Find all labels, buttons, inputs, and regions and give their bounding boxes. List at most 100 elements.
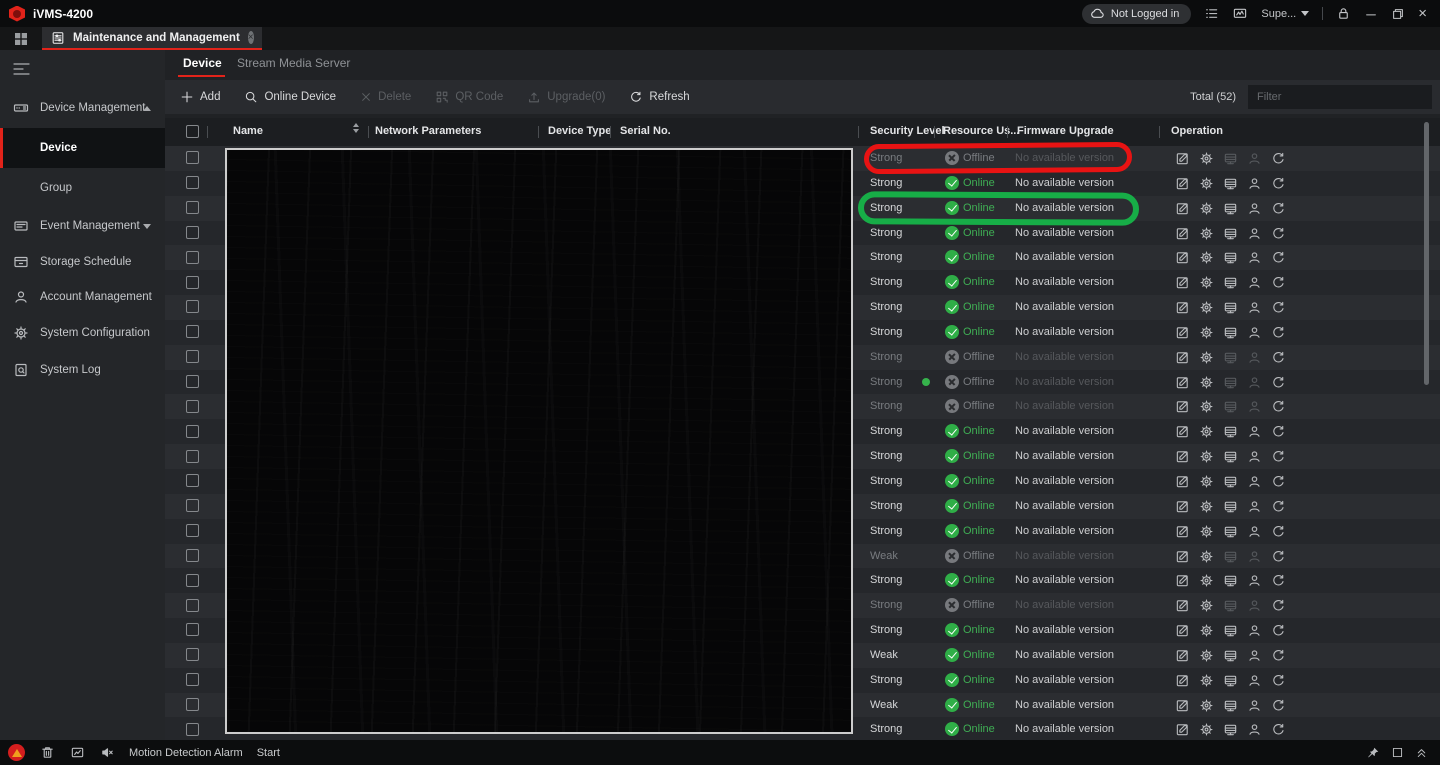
row-checkbox[interactable] — [186, 399, 199, 413]
refresh-icon[interactable] — [1271, 524, 1286, 539]
upgrade-button[interactable]: Upgrade(0) — [527, 90, 605, 104]
user-icon[interactable] — [1247, 300, 1262, 315]
edit-icon[interactable] — [1175, 375, 1190, 390]
tab-close-icon[interactable]: × — [247, 31, 254, 44]
storage-config-icon[interactable] — [1223, 673, 1238, 688]
row-checkbox[interactable] — [186, 225, 199, 239]
remote-config-icon[interactable] — [1199, 250, 1214, 265]
refresh-icon[interactable] — [1271, 300, 1286, 315]
user-icon[interactable] — [1247, 524, 1262, 539]
speaker-mute-icon[interactable] — [100, 745, 115, 760]
refresh-icon[interactable] — [1271, 598, 1286, 613]
edit-icon[interactable] — [1175, 325, 1190, 340]
header-operation[interactable]: Operation — [1171, 125, 1223, 137]
sort-asc-icon[interactable] — [353, 123, 359, 127]
storage-config-icon[interactable] — [1223, 300, 1238, 315]
alarm-output-icon[interactable] — [70, 745, 85, 760]
user-icon[interactable] — [1247, 399, 1262, 414]
row-checkbox[interactable] — [186, 151, 199, 165]
sort-desc-icon[interactable] — [353, 129, 359, 133]
remote-config-icon[interactable] — [1199, 375, 1214, 390]
row-checkbox[interactable] — [186, 524, 199, 538]
user-icon[interactable] — [1247, 722, 1262, 737]
row-checkbox[interactable] — [186, 648, 199, 662]
user-icon[interactable] — [1247, 226, 1262, 241]
tab-device[interactable]: Device — [183, 56, 222, 70]
user-icon[interactable] — [1247, 325, 1262, 340]
edit-icon[interactable] — [1175, 598, 1190, 613]
storage-config-icon[interactable] — [1223, 424, 1238, 439]
refresh-icon[interactable] — [1271, 499, 1286, 514]
row-checkbox[interactable] — [186, 722, 199, 736]
edit-icon[interactable] — [1175, 698, 1190, 713]
edit-icon[interactable] — [1175, 499, 1190, 514]
row-checkbox[interactable] — [186, 548, 199, 562]
remote-config-icon[interactable] — [1199, 499, 1214, 514]
filter-input[interactable] — [1248, 85, 1432, 109]
refresh-icon[interactable] — [1271, 573, 1286, 588]
alarm-list-icon[interactable] — [1204, 6, 1219, 21]
row-checkbox[interactable] — [186, 598, 199, 612]
storage-config-icon[interactable] — [1223, 623, 1238, 638]
user-icon[interactable] — [1247, 375, 1262, 390]
refresh-icon[interactable] — [1271, 424, 1286, 439]
storage-config-icon[interactable] — [1223, 549, 1238, 564]
storage-config-icon[interactable] — [1223, 573, 1238, 588]
collapse-menu-icon[interactable] — [13, 62, 30, 76]
storage-config-icon[interactable] — [1223, 499, 1238, 514]
tab-maintenance-and-management[interactable]: Maintenance and Management × — [42, 27, 262, 50]
edit-icon[interactable] — [1175, 648, 1190, 663]
storage-config-icon[interactable] — [1223, 449, 1238, 464]
remote-config-icon[interactable] — [1199, 573, 1214, 588]
refresh-icon[interactable] — [1271, 375, 1286, 390]
sidebar-item-event-management[interactable]: Event Management — [0, 208, 165, 244]
user-icon[interactable] — [1247, 449, 1262, 464]
edit-icon[interactable] — [1175, 549, 1190, 564]
storage-config-icon[interactable] — [1223, 201, 1238, 216]
edit-icon[interactable] — [1175, 673, 1190, 688]
row-checkbox[interactable] — [186, 350, 199, 364]
refresh-icon[interactable] — [1271, 399, 1286, 414]
sidebar-item-system-log[interactable]: System Log — [0, 352, 165, 388]
sidebar-item-group[interactable]: Group — [0, 170, 165, 206]
refresh-icon[interactable] — [1271, 549, 1286, 564]
header-firmware-upgrade[interactable]: Firmware Upgrade — [1017, 125, 1114, 137]
header-serial-no[interactable]: Serial No. — [620, 125, 671, 137]
remote-config-icon[interactable] — [1199, 524, 1214, 539]
minimize-icon[interactable] — [1364, 7, 1378, 21]
tab-stream-media-server[interactable]: Stream Media Server — [237, 56, 350, 70]
storage-config-icon[interactable] — [1223, 275, 1238, 290]
refresh-icon[interactable] — [1271, 325, 1286, 340]
refresh-icon[interactable] — [1271, 201, 1286, 216]
user-icon[interactable] — [1247, 350, 1262, 365]
edit-icon[interactable] — [1175, 424, 1190, 439]
storage-config-icon[interactable] — [1223, 350, 1238, 365]
edit-icon[interactable] — [1175, 275, 1190, 290]
user-icon[interactable] — [1247, 598, 1262, 613]
lock-icon[interactable] — [1336, 6, 1351, 21]
window-icon[interactable] — [1391, 746, 1404, 759]
close-icon[interactable]: × — [1418, 6, 1427, 21]
remote-config-icon[interactable] — [1199, 673, 1214, 688]
refresh-icon[interactable] — [1271, 151, 1286, 166]
row-checkbox[interactable] — [186, 449, 199, 463]
user-icon[interactable] — [1247, 151, 1262, 166]
remote-config-icon[interactable] — [1199, 350, 1214, 365]
remote-config-icon[interactable] — [1199, 300, 1214, 315]
remote-config-icon[interactable] — [1199, 176, 1214, 191]
user-icon[interactable] — [1247, 623, 1262, 638]
sidebar-item-device-management[interactable]: Device Management — [0, 90, 165, 126]
storage-config-icon[interactable] — [1223, 375, 1238, 390]
row-checkbox[interactable] — [186, 325, 199, 339]
remote-config-icon[interactable] — [1199, 623, 1214, 638]
user-icon[interactable] — [1247, 499, 1262, 514]
user-icon[interactable] — [1247, 573, 1262, 588]
refresh-icon[interactable] — [1271, 623, 1286, 638]
remote-config-icon[interactable] — [1199, 549, 1214, 564]
user-icon[interactable] — [1247, 474, 1262, 489]
refresh-icon[interactable] — [1271, 698, 1286, 713]
select-all-checkbox[interactable] — [186, 125, 199, 138]
user-icon[interactable] — [1247, 275, 1262, 290]
remote-config-icon[interactable] — [1199, 474, 1214, 489]
row-checkbox[interactable] — [186, 300, 199, 314]
